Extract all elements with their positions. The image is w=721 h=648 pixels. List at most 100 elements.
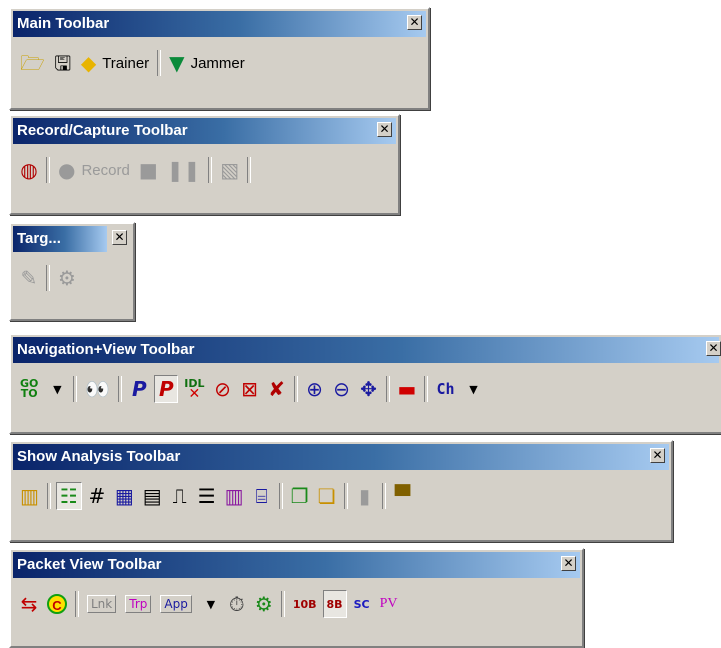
open-folder-button[interactable]: 🗁 bbox=[17, 49, 48, 77]
zoom-out-button[interactable]: ⊖ bbox=[330, 375, 354, 403]
separator bbox=[278, 483, 283, 509]
clear-all-button[interactable]: ✘ bbox=[265, 375, 289, 403]
channel-dropdown-button[interactable]: ▼ bbox=[461, 375, 485, 403]
goto-label-bottom: TO bbox=[20, 387, 38, 400]
target-toolbar-title[interactable]: Targ... bbox=[13, 226, 107, 252]
navigation-view-toolbar: Navigation+View Toolbar ✕ GO TO ▼ 👀 P P … bbox=[9, 333, 721, 434]
separator bbox=[118, 376, 123, 402]
analysis-toolbar-close-button[interactable]: ✕ bbox=[650, 448, 665, 463]
jammer-label: Jammer bbox=[190, 54, 245, 72]
packet-toolbar-title[interactable]: Packet View Toolbar bbox=[13, 552, 580, 578]
waveform-button[interactable]: ⎍ bbox=[168, 482, 192, 510]
lines-button[interactable]: ☰ bbox=[195, 482, 219, 510]
packet-list-button[interactable]: ⇆ bbox=[17, 590, 41, 618]
find-button[interactable]: 👀 bbox=[82, 375, 113, 403]
filter-p-button[interactable]: P bbox=[127, 375, 151, 403]
lines-icon: ☰ bbox=[197, 484, 216, 508]
summary-button[interactable]: ☷ bbox=[55, 482, 82, 510]
sc-label: SC bbox=[353, 597, 370, 611]
idl-clear-button[interactable]: IDL ✕ bbox=[181, 375, 207, 403]
properties-button[interactable]: ❏ bbox=[315, 482, 339, 510]
pan-button[interactable]: ✥ bbox=[357, 375, 381, 403]
color-layers-icon: ▬ bbox=[397, 377, 417, 401]
eight-bit-button[interactable]: 8B bbox=[322, 590, 347, 618]
timer-button[interactable]: ⏱ bbox=[225, 590, 249, 618]
capture-config-icon: ◍ bbox=[20, 158, 38, 182]
jammer-shield-icon: ▼ bbox=[169, 51, 185, 75]
color-c-button[interactable]: C bbox=[44, 590, 70, 618]
flow-chart-icon: ⌸ bbox=[255, 484, 268, 508]
nav-toolbar-title[interactable]: Navigation+View Toolbar bbox=[13, 337, 719, 363]
channel-label: Ch bbox=[436, 380, 455, 398]
separator bbox=[73, 376, 78, 402]
transport-layer-label: Trp bbox=[125, 595, 152, 613]
report-book-icon: ❐ bbox=[290, 484, 309, 508]
goto-dropdown-button[interactable]: ▼ bbox=[44, 375, 68, 403]
ten-bit-button[interactable]: 10B bbox=[290, 590, 320, 618]
matrix-button[interactable]: # bbox=[85, 482, 109, 510]
filter-p-red-button[interactable]: P bbox=[154, 375, 179, 403]
link-layer-label: Lnk bbox=[87, 595, 117, 613]
zoom-in-icon: ⊕ bbox=[306, 377, 323, 401]
channel-button[interactable]: Ch bbox=[433, 375, 457, 403]
chevron-down-icon: ▼ bbox=[469, 382, 478, 396]
save-button[interactable]: 🖫 bbox=[51, 49, 75, 77]
statistics-button[interactable]: ▤ bbox=[140, 482, 165, 510]
record-button[interactable]: ● Record bbox=[55, 156, 133, 184]
expert-book-icon: ▥ bbox=[20, 484, 39, 508]
filter-p-red-icon: P bbox=[158, 377, 174, 401]
stop-icon: ■ bbox=[138, 158, 158, 182]
sc-button[interactable]: SC bbox=[350, 590, 374, 618]
waveform-icon: ⎍ bbox=[172, 484, 187, 508]
record-toolbar-title[interactable]: Record/Capture Toolbar bbox=[13, 118, 396, 144]
transport-layer-button[interactable]: Trp bbox=[122, 590, 154, 618]
color-layers-button[interactable]: ▬ bbox=[395, 375, 420, 403]
zoom-in-button[interactable]: ⊕ bbox=[303, 375, 327, 403]
packet-toolbar-close-button[interactable]: ✕ bbox=[561, 556, 576, 571]
pause-button[interactable]: ❚❚ bbox=[164, 156, 204, 184]
clear-all-icon: ✘ bbox=[268, 377, 285, 401]
separator bbox=[247, 157, 252, 183]
bar-chart-button[interactable]: ▥ bbox=[222, 482, 247, 510]
clock-filter-button[interactable]: ⊘ bbox=[211, 375, 235, 403]
capture-config-button[interactable]: ◍ bbox=[17, 156, 41, 184]
clock-filter-icon: ⊘ bbox=[214, 377, 231, 401]
main-toolbar-title[interactable]: Main Toolbar bbox=[13, 11, 426, 37]
export-capture-button[interactable]: ▧ bbox=[217, 156, 242, 184]
target-edit-icon: ✎ bbox=[20, 266, 38, 290]
separator bbox=[157, 50, 162, 76]
save-disk-icon: 🖫 bbox=[54, 51, 72, 75]
goto-button[interactable]: GO TO bbox=[17, 375, 41, 403]
columns-button[interactable]: ▦ bbox=[112, 482, 137, 510]
clipboard-button[interactable]: ▮ bbox=[353, 482, 377, 510]
report-button[interactable]: ❐ bbox=[288, 482, 312, 510]
main-toolbar-close-button[interactable]: ✕ bbox=[407, 15, 422, 30]
nav-toolbar-close-button[interactable]: ✕ bbox=[706, 341, 721, 356]
pv-button[interactable]: PV bbox=[377, 590, 401, 618]
move-arrows-icon: ✥ bbox=[360, 377, 377, 401]
show-analysis-toolbar: Show Analysis Toolbar ✕ ▥ ☷ # ▦ ▤ ⎍ ☰ ▥ … bbox=[9, 440, 673, 542]
timeline-ruler-icon: ▀ bbox=[394, 484, 411, 508]
target-edit-button[interactable]: ✎ bbox=[17, 264, 41, 292]
red-x-icon: ✕ bbox=[188, 386, 201, 402]
stop-button[interactable]: ■ bbox=[136, 156, 161, 184]
decode-button[interactable]: ⚙ bbox=[252, 590, 276, 618]
clear-marks-button[interactable]: ⊠ bbox=[238, 375, 262, 403]
application-layer-button[interactable]: App bbox=[157, 590, 194, 618]
record-toolbar-close-button[interactable]: ✕ bbox=[377, 122, 392, 137]
target-options-icon: ⚙ bbox=[58, 266, 76, 290]
target-options-button[interactable]: ⚙ bbox=[55, 264, 79, 292]
separator bbox=[75, 591, 79, 617]
link-layer-button[interactable]: Lnk bbox=[84, 590, 119, 618]
timeline-button[interactable]: ▀ bbox=[391, 482, 415, 510]
expert-button[interactable]: ▥ bbox=[17, 482, 42, 510]
filter-p-icon: P bbox=[131, 377, 147, 401]
trainer-button[interactable]: ◆ Trainer bbox=[78, 49, 152, 77]
layer-dropdown-button[interactable]: ▼ bbox=[198, 590, 222, 618]
jammer-button[interactable]: ▼ Jammer bbox=[166, 49, 248, 77]
decode-gear-icon: ⚙ bbox=[254, 592, 273, 616]
analysis-toolbar-title[interactable]: Show Analysis Toolbar bbox=[13, 444, 669, 470]
flow-button[interactable]: ⌸ bbox=[250, 482, 274, 510]
eight-bit-label: 8B bbox=[326, 597, 343, 611]
target-toolbar-close-button[interactable]: ✕ bbox=[112, 230, 127, 245]
